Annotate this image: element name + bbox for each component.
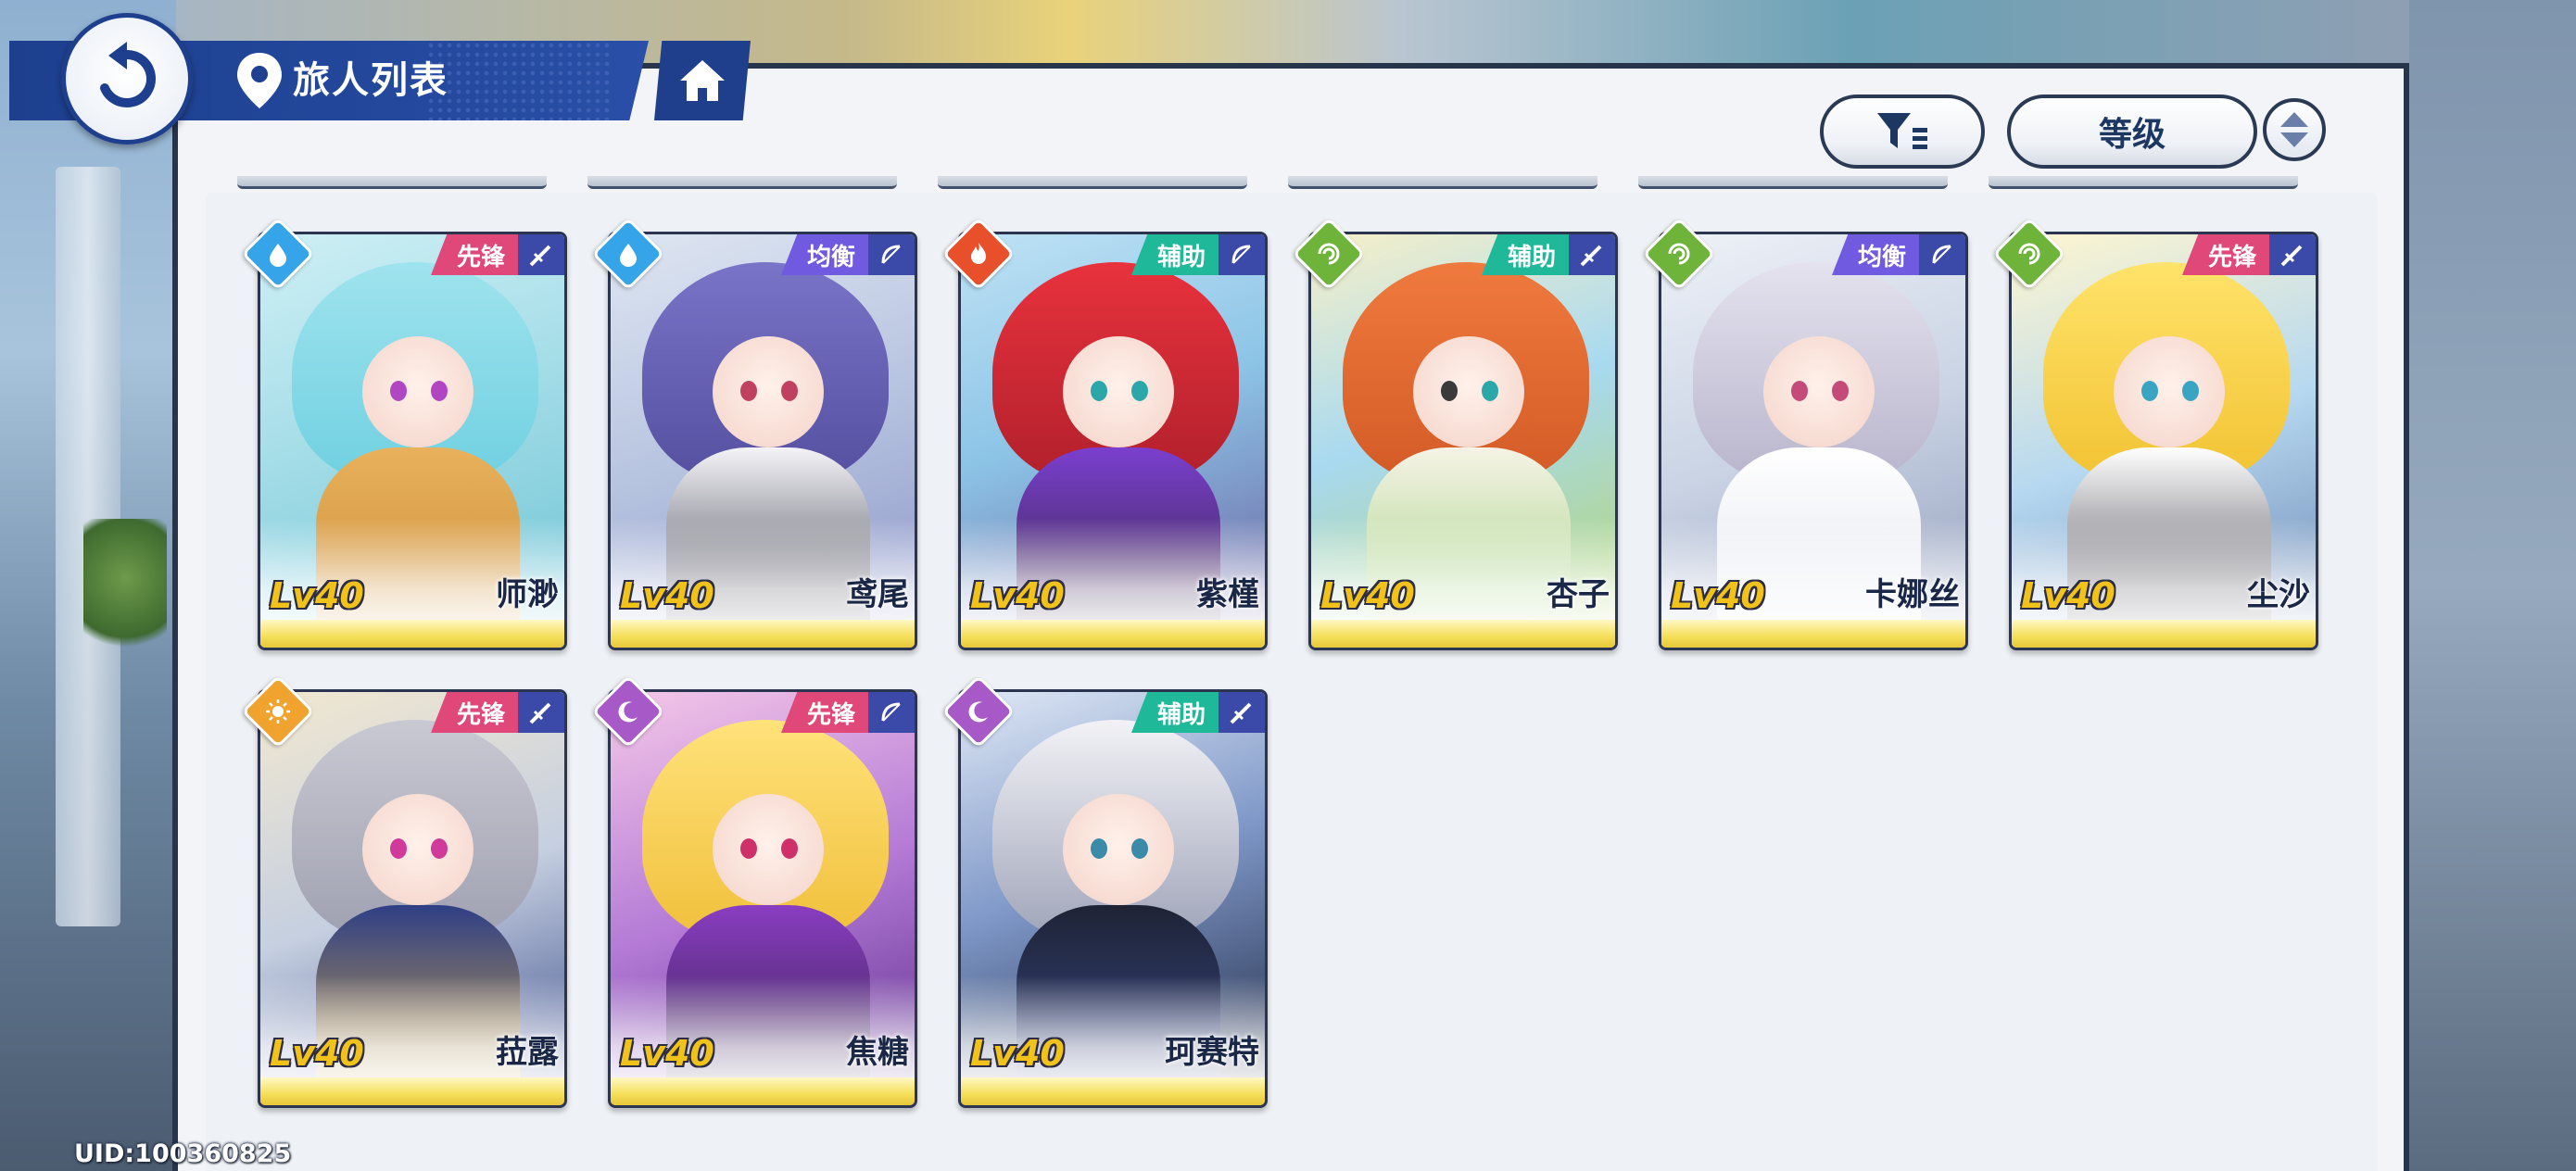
character-name: 珂赛特 xyxy=(1165,1034,1259,1071)
character-name: 菈露 xyxy=(496,1034,559,1071)
scrolled-row-edge xyxy=(206,176,2378,195)
bow-icon xyxy=(1219,234,1265,275)
character-name: 师渺 xyxy=(496,576,559,613)
character-card[interactable]: 均衡 Lv40 卡娜丝 xyxy=(1659,232,1968,650)
background-plant xyxy=(83,519,167,667)
role-tag: 先锋 xyxy=(431,234,564,275)
scrolled-card-edge xyxy=(1638,176,1948,189)
bow-icon xyxy=(868,234,915,275)
character-card[interactable]: 先锋 Lv40 菈露 xyxy=(258,689,567,1108)
character-card[interactable]: 均衡 Lv40 鸢尾 xyxy=(608,232,917,650)
sort-order-toggle[interactable] xyxy=(2263,98,2326,161)
level-label: Lv40 xyxy=(2021,575,2115,616)
role-tag: 均衡 xyxy=(781,234,915,275)
home-button[interactable] xyxy=(654,41,751,120)
level-label: Lv40 xyxy=(270,575,364,616)
role-tag: 均衡 xyxy=(1832,234,1965,275)
back-button[interactable] xyxy=(61,13,193,145)
sword-icon xyxy=(1219,692,1265,733)
page-title: 旅人列表 xyxy=(293,59,448,102)
role-tag: 辅助 xyxy=(1482,234,1615,275)
location-pin-icon xyxy=(237,53,282,108)
sword-icon xyxy=(518,234,564,275)
role-tag: 先锋 xyxy=(2182,234,2316,275)
character-name: 紫槿 xyxy=(1196,576,1259,613)
character-card[interactable]: 辅助 Lv40 珂赛特 xyxy=(958,689,1268,1108)
player-uid: UID:100360825 xyxy=(74,1140,292,1168)
role-tag: 辅助 xyxy=(1131,692,1265,733)
home-icon xyxy=(680,60,725,101)
card-rarity-bar xyxy=(260,1077,564,1105)
character-name: 杏子 xyxy=(1547,576,1610,613)
card-rarity-bar xyxy=(2012,620,2316,648)
scrolled-card-edge xyxy=(587,176,897,189)
level-label: Lv40 xyxy=(270,1033,364,1074)
sword-icon xyxy=(518,692,564,733)
scrolled-card-edge xyxy=(938,176,1247,189)
scrolled-card-edge xyxy=(1989,176,2298,189)
sort-by-level-button[interactable]: 等级 xyxy=(2007,94,2257,169)
card-rarity-bar xyxy=(961,620,1265,648)
background-right-scenery xyxy=(2409,0,2576,1171)
character-name: 焦糖 xyxy=(846,1034,909,1071)
level-label: Lv40 xyxy=(620,575,714,616)
character-card[interactable]: 先锋 Lv40 尘沙 xyxy=(2009,232,2318,650)
role-tag: 先锋 xyxy=(431,692,564,733)
back-arrow-icon xyxy=(100,42,156,107)
level-label: Lv40 xyxy=(620,1033,714,1074)
card-rarity-bar xyxy=(1661,620,1965,648)
character-name: 卡娜丝 xyxy=(1865,576,1960,613)
sword-icon xyxy=(2269,234,2316,275)
filter-button[interactable] xyxy=(1820,94,1985,169)
character-card[interactable]: 辅助 Lv40 杏子 xyxy=(1308,232,1618,650)
character-card[interactable]: 先锋 Lv40 焦糖 xyxy=(608,689,917,1108)
scrolled-card-edge xyxy=(1288,176,1597,189)
background-left-scenery xyxy=(0,0,176,1171)
card-rarity-bar xyxy=(611,1077,915,1105)
role-tag: 辅助 xyxy=(1131,234,1265,275)
bow-icon xyxy=(1919,234,1965,275)
scrolled-card-edge xyxy=(237,176,547,189)
level-label: Lv40 xyxy=(970,1033,1065,1074)
role-tag: 先锋 xyxy=(781,692,915,733)
character-name: 尘沙 xyxy=(2247,576,2310,613)
bow-icon xyxy=(868,692,915,733)
level-label: Lv40 xyxy=(1671,575,1765,616)
card-rarity-bar xyxy=(961,1077,1265,1105)
character-card[interactable]: 辅助 Lv40 紫槿 xyxy=(958,232,1268,650)
level-label: Lv40 xyxy=(970,575,1065,616)
character-name: 鸢尾 xyxy=(846,576,909,613)
sword-icon xyxy=(1569,234,1615,275)
character-card[interactable]: 先锋 Lv40 师渺 xyxy=(258,232,567,650)
level-label: Lv40 xyxy=(1320,575,1415,616)
sort-order-icon xyxy=(2280,112,2308,147)
card-rarity-bar xyxy=(611,620,915,648)
card-rarity-bar xyxy=(1311,620,1615,648)
card-rarity-bar xyxy=(260,620,564,648)
filter-icon xyxy=(1877,113,1927,149)
